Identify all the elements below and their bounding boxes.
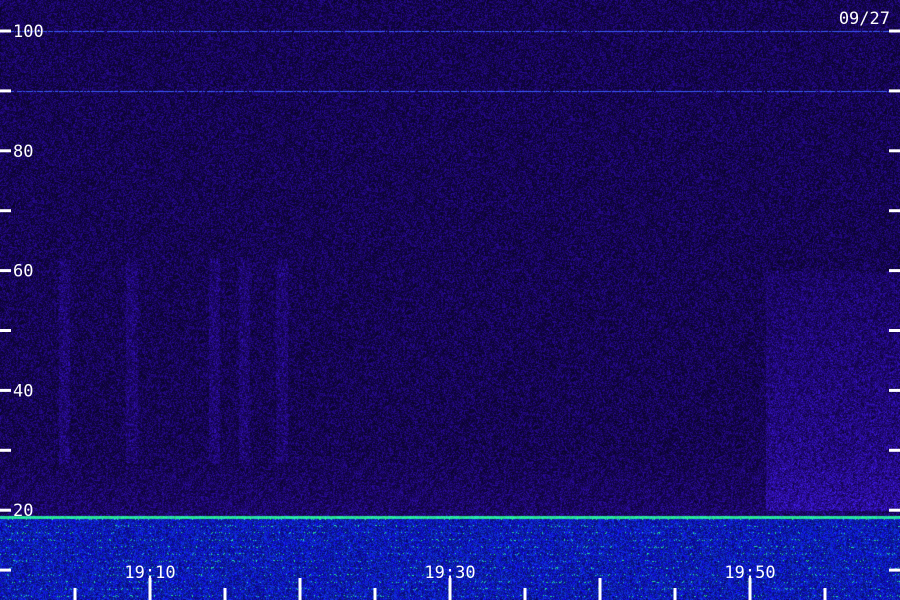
y-tick-label: 20: [13, 501, 33, 521]
x-tick-label: 19:30: [424, 563, 475, 583]
x-ticks: 19:10 19:30 19:50: [73, 563, 827, 600]
x-tick-label: 19:50: [724, 563, 775, 583]
y-tick-label: 40: [13, 381, 33, 401]
y-ticks-right: [889, 29, 900, 572]
date-label: 09/27: [839, 9, 890, 29]
y-tick-label: 60: [13, 262, 33, 282]
axes-overlay: 100 80 60 40 20 19:10 19:30 19:50 09/27: [0, 9, 900, 600]
y-tick-label: 100: [13, 22, 44, 42]
x-tick-label: 19:10: [124, 563, 175, 583]
y-ticks-left: 100 80 60 40 20: [0, 22, 44, 572]
spectrogram-chart: 100 80 60 40 20 19:10 19:30 19:50 09/27: [0, 0, 900, 600]
y-tick-label: 80: [13, 142, 33, 162]
